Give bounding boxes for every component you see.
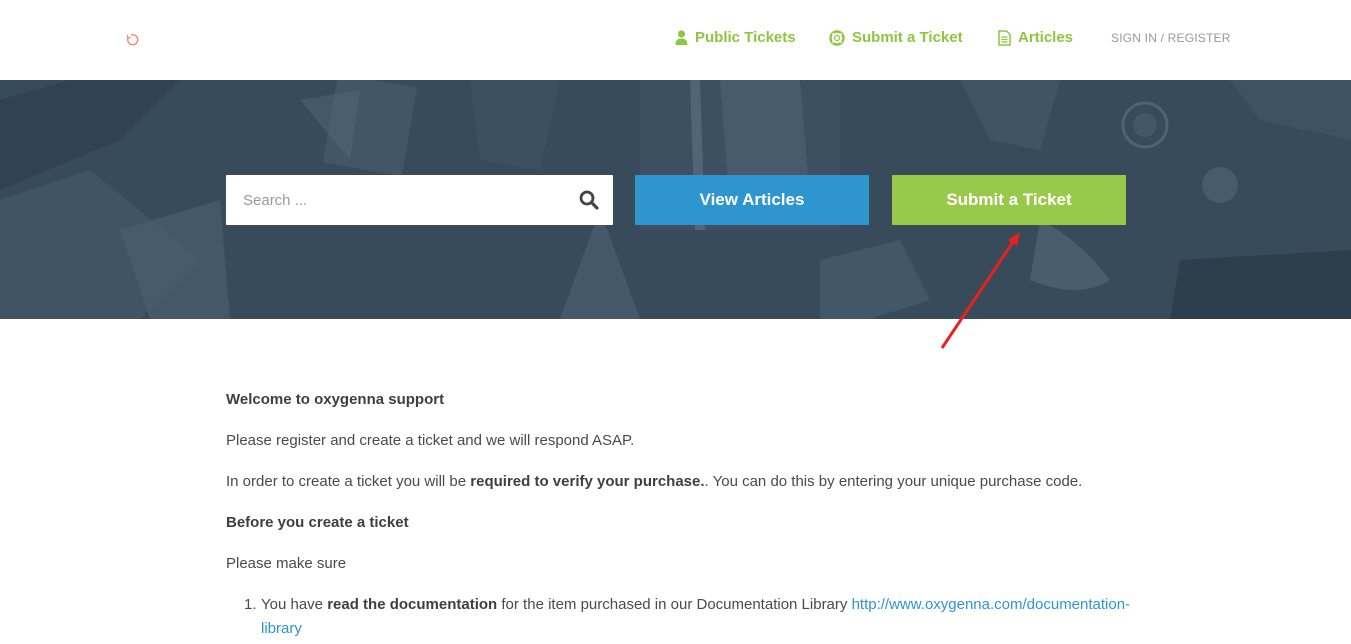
- nav-public-tickets[interactable]: Public Tickets: [675, 29, 796, 46]
- spinner-icon[interactable]: [125, 33, 139, 47]
- nav-articles-label: Articles: [1018, 29, 1074, 46]
- list-item-number: 1.: [244, 596, 257, 613]
- nav-public-tickets-label: Public Tickets: [695, 29, 796, 46]
- verify-line: In order to create a ticket you will be …: [226, 473, 1083, 490]
- lifebuoy-icon: [829, 29, 845, 46]
- submit-ticket-button[interactable]: Submit a Ticket: [892, 175, 1126, 225]
- make-sure-line: Please make sure: [226, 555, 347, 572]
- document-icon: [998, 29, 1011, 46]
- search-box: [226, 175, 613, 225]
- nav-submit-ticket-label: Submit a Ticket: [852, 29, 963, 46]
- view-articles-button[interactable]: View Articles: [635, 175, 869, 225]
- register-line: Please register and create a ticket and …: [226, 432, 635, 449]
- before-heading: Before you create a ticket: [226, 514, 409, 531]
- hero-banner: View Articles Submit a Ticket: [0, 80, 1351, 319]
- search-icon[interactable]: [579, 190, 599, 210]
- welcome-heading: Welcome to oxygenna support: [226, 391, 445, 408]
- user-icon: [675, 30, 688, 45]
- signin-register-link[interactable]: SIGN IN / REGISTER: [1111, 31, 1231, 45]
- list-item-text: You have read the documentation for the …: [261, 596, 1131, 637]
- nav-submit-ticket[interactable]: Submit a Ticket: [829, 29, 963, 46]
- site-header: Public Tickets Submit a Ticket Articles …: [0, 0, 1351, 80]
- search-input[interactable]: [241, 190, 565, 210]
- nav-articles[interactable]: Articles: [998, 29, 1073, 46]
- annotation-arrow: [940, 232, 1020, 349]
